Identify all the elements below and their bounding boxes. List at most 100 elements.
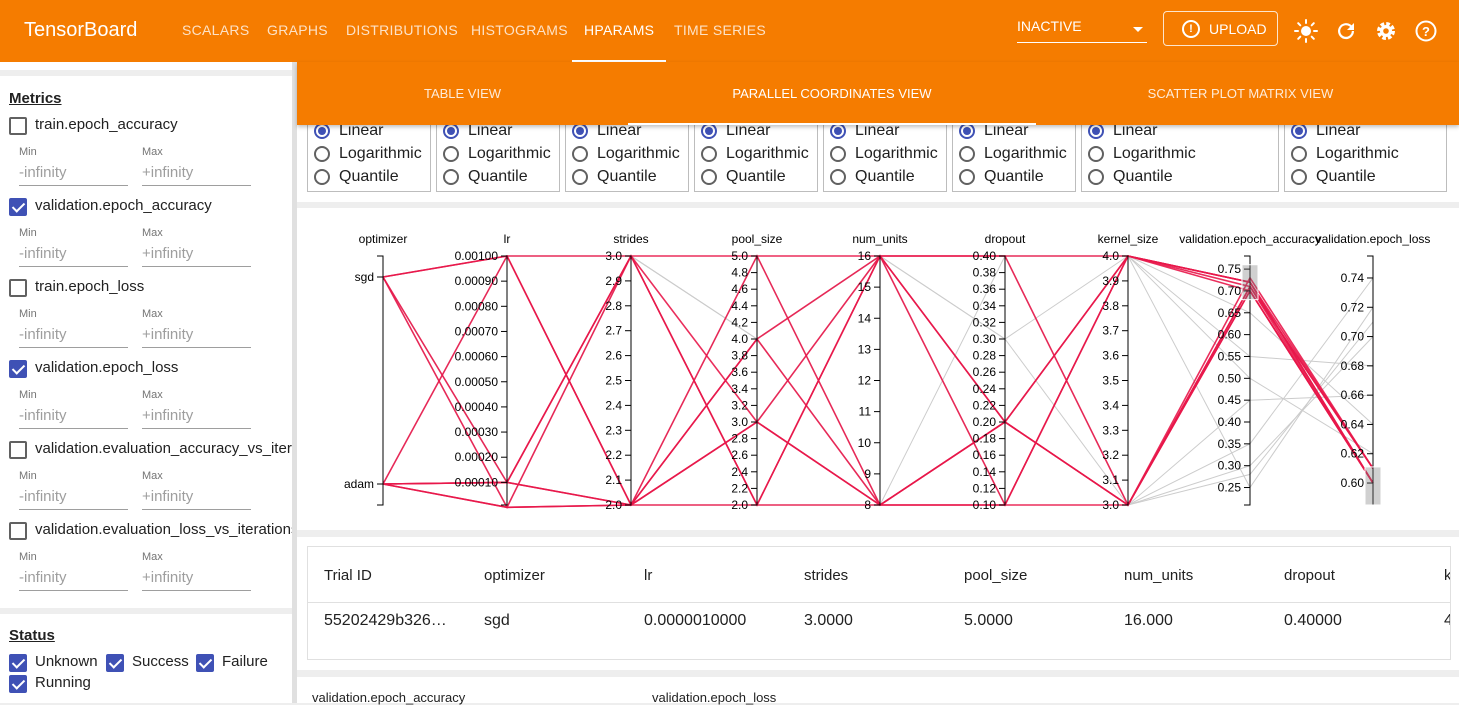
table-cell: 4 [1444,612,1450,630]
tick-label: 0.12 [973,481,997,495]
scale-radio-linear[interactable] [830,123,846,139]
max-label: Max [142,308,163,320]
scale-radio-logarithmic[interactable] [701,146,717,162]
tick-label: 0.68 [1341,359,1365,373]
upload-button[interactable]: ! UPLOAD [1163,11,1278,46]
parallel-coordinates-chart[interactable]: optimizer sgd adam lr 0.00100 0.00090 0.00080 0… [297,208,1459,530]
tab-histograms[interactable]: HISTOGRAMS [471,0,568,62]
status-checkbox[interactable] [9,654,27,672]
scale-radio-logarithmic[interactable] [1088,146,1104,162]
min-input[interactable]: -infinity [19,488,128,510]
tick-label: 13 [858,342,872,356]
scale-radio-linear[interactable] [1088,123,1104,139]
tab-scatter-plot-matrix-view[interactable]: SCATTER PLOT MATRIX VIEW [1036,62,1445,125]
tick-label: 3.2 [1102,448,1119,462]
tick-label: 0.50 [1218,371,1242,385]
tick-label: 2.2 [605,448,622,462]
scale-radio-quantile[interactable] [959,169,975,185]
scale-radio-logarithmic[interactable] [830,146,846,162]
scale-radio-quantile[interactable] [314,169,330,185]
scale-radio-quantile[interactable] [1291,169,1307,185]
axis-line [751,255,758,506]
scale-radio-quantile[interactable] [1088,169,1104,185]
scale-option-label: Logarithmic [984,145,1067,162]
status-checkbox[interactable] [196,654,214,672]
column-header[interactable]: dropout [1284,567,1335,584]
status-label: Unknown [35,653,98,670]
table-cell: 3.0000 [804,612,853,629]
max-input[interactable]: +infinity [142,245,251,267]
max-input[interactable]: +infinity [142,326,251,348]
column-header[interactable]: strides [804,567,848,584]
scale-radio-logarithmic[interactable] [572,146,588,162]
tab-parallel-coordinates-view[interactable]: PARALLEL COORDINATES VIEW [628,62,1036,125]
settings-icon[interactable] [1374,19,1398,43]
scale-option-label: Logarithmic [726,145,809,162]
tick-label: 3.4 [731,382,748,396]
min-input[interactable]: -infinity [19,326,128,348]
scale-radio-quantile[interactable] [701,169,717,185]
tab-scalars[interactable]: SCALARS [182,0,249,62]
table-cell: sgd [484,612,510,629]
help-icon[interactable]: ? [1414,19,1438,43]
scale-radio-linear[interactable] [959,123,975,139]
tick-label: sgd [355,270,374,284]
tab-parallel-coordinates-label: PARALLEL COORDINATES VIEW [732,86,932,101]
metric-checkbox[interactable] [9,522,27,540]
tab-distributions[interactable]: DISTRIBUTIONS [346,0,458,62]
tab-table-view[interactable]: TABLE VIEW [297,62,628,125]
tick-label: 8 [864,498,871,512]
max-input[interactable]: +infinity [142,407,251,429]
status-checkbox[interactable] [106,654,124,672]
column-header[interactable]: pool_size [964,567,1027,584]
min-input[interactable]: -infinity [19,569,128,591]
min-input[interactable]: -infinity [19,164,128,186]
axis-brush[interactable] [1241,264,1259,301]
metric-checkbox[interactable] [9,441,27,459]
metric-checkbox[interactable] [9,198,27,216]
scale-radio-linear[interactable] [443,123,459,139]
brightness-icon[interactable] [1294,19,1318,43]
tick-label: 0.60 [1341,476,1365,490]
tick-label: 3.7 [1102,324,1119,338]
tab-time-series[interactable]: TIME SERIES [674,0,766,62]
tick-label: 0.22 [973,398,997,412]
tab-graphs[interactable]: GRAPHS [267,0,328,62]
column-header[interactable]: lr [644,567,652,584]
max-input[interactable]: +infinity [142,569,251,591]
scale-radio-linear[interactable] [1291,123,1307,139]
column-header[interactable]: optimizer [484,567,545,584]
parallel-coordinates-panel: optimizer sgd adam lr 0.00100 0.00090 0.00080 0… [297,208,1459,530]
inactive-plugin-select[interactable]: INACTIVE [1017,18,1147,43]
scale-radio-quantile[interactable] [572,169,588,185]
max-input[interactable]: +infinity [142,164,251,186]
metric-checkbox[interactable] [9,117,27,135]
refresh-icon[interactable] [1334,19,1358,43]
dropdown-caret-icon [1133,27,1143,32]
scale-radio-logarithmic[interactable] [959,146,975,162]
scale-radio-logarithmic[interactable] [443,146,459,162]
scale-selector-box: Linear Logarithmic Quantile [694,122,818,192]
scale-radio-quantile[interactable] [443,169,459,185]
column-header[interactable]: k [1444,567,1450,584]
tick-label: 3.1 [1102,473,1119,487]
metric-checkbox[interactable] [9,360,27,378]
tab-hparams[interactable]: HPARAMS [572,0,667,62]
metric-plots-panel [297,677,1459,703]
scale-radio-linear[interactable] [314,123,330,139]
scale-radio-logarithmic[interactable] [314,146,330,162]
scale-radio-linear[interactable] [701,123,717,139]
max-input[interactable]: +infinity [142,488,251,510]
scale-radio-logarithmic[interactable] [1291,146,1307,162]
column-header[interactable]: Trial ID [324,567,372,584]
tick-label: 2.5 [605,374,622,388]
min-input[interactable]: -infinity [19,245,128,267]
status-checkbox[interactable] [9,675,27,693]
min-label: Min [19,551,37,563]
scale-radio-quantile[interactable] [830,169,846,185]
column-header[interactable]: num_units [1124,567,1193,584]
axis-brush[interactable] [1364,466,1382,506]
scale-radio-linear[interactable] [572,123,588,139]
metric-checkbox[interactable] [9,279,27,297]
min-input[interactable]: -infinity [19,407,128,429]
